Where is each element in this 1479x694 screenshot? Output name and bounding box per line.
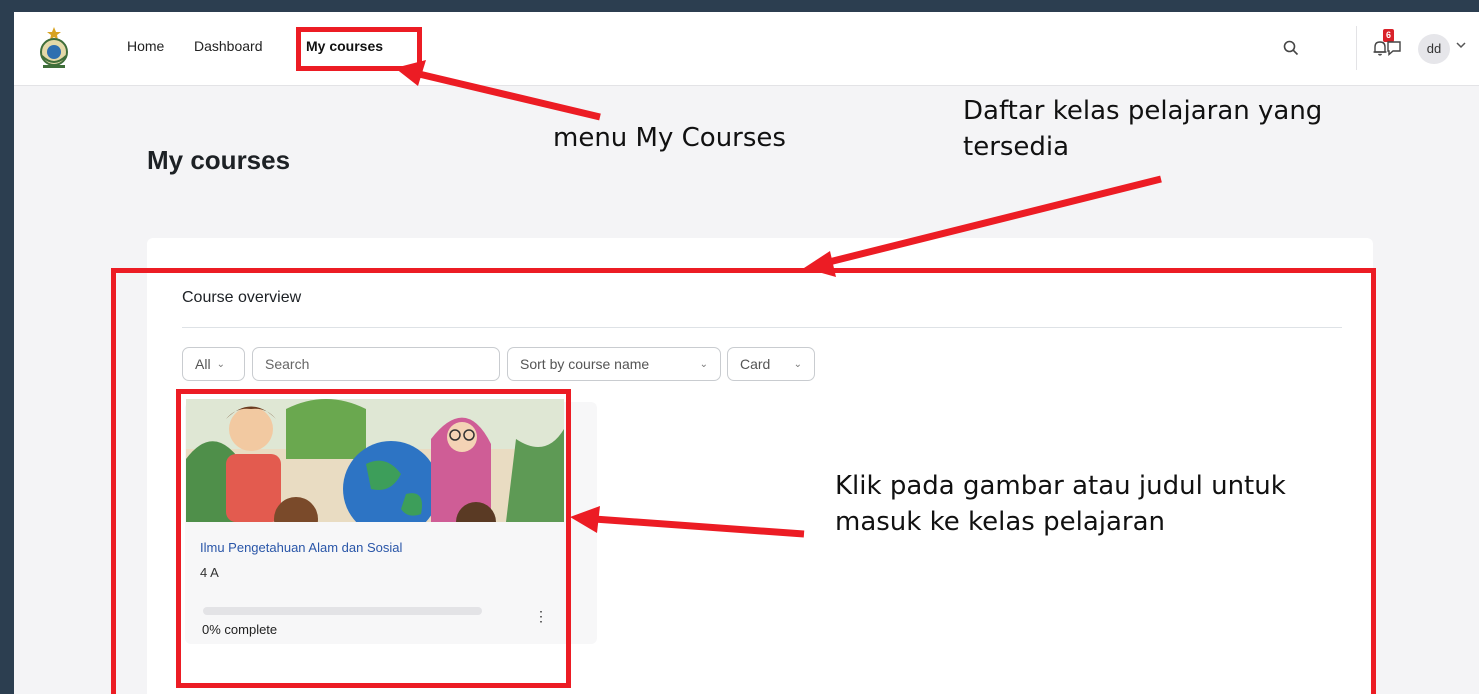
nav-dashboard-link[interactable]: Dashboard [194,38,263,54]
annotation-course-list: Daftar kelas pelajaran yang tersedia [963,96,1323,162]
user-avatar[interactable]: dd [1418,34,1450,64]
highlight-box-course-card [176,389,571,688]
top-navbar: Home Dashboard My courses 6 dd [14,12,1479,86]
chat-icon[interactable] [1385,39,1403,57]
navbar-divider [1356,26,1357,70]
annotation-click-course: Klik pada gambar atau judul untuk masuk … [835,471,1286,537]
logo-emblem-icon[interactable] [34,26,74,70]
page-title: My courses [147,145,291,175]
chevron-down-icon[interactable] [1456,41,1466,49]
annotation-menu-my-courses: menu My Courses [553,123,786,153]
search-icon[interactable] [1282,39,1300,57]
nav-home-link[interactable]: Home [127,38,164,54]
browser-page: Home Dashboard My courses 6 dd My course… [14,12,1479,694]
highlight-box-my-courses [296,27,422,71]
